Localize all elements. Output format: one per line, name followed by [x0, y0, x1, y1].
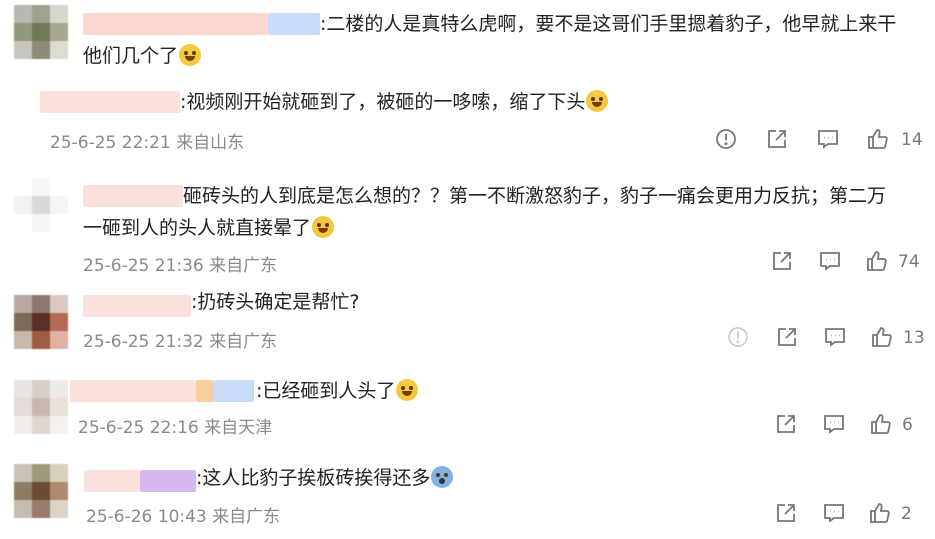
comment-text: :这人比豹子挨板砖挨得还多	[196, 464, 454, 493]
username-blurred[interactable]	[84, 470, 140, 492]
share-icon[interactable]	[775, 325, 799, 349]
comment-icon[interactable]	[822, 412, 846, 436]
share-icon[interactable]	[774, 501, 798, 525]
comment-meta: 25-6-25 21:36 来自广东	[83, 251, 277, 276]
comment-text: :视频刚开始就砸到了，被砸的一哆嗦，缩了下头	[180, 88, 609, 117]
location: 来自天津	[204, 418, 273, 438]
like-count: 2	[901, 504, 912, 524]
laughing-crying-emoji	[179, 44, 202, 66]
avatar[interactable]	[14, 380, 68, 434]
like-count: 74	[898, 252, 920, 272]
comment-icon[interactable]	[822, 501, 846, 525]
comment-text: 砸砖头的人到底是怎么想的？？第一不断激怒豹子，豹子一痛会更用力反抗；第二万	[183, 185, 887, 207]
timestamp: 25-6-25 21:32	[83, 332, 204, 352]
share-icon[interactable]	[774, 412, 798, 436]
comment-text: :扔砖头确定是帮忙?	[191, 291, 360, 313]
username-blurred[interactable]	[214, 380, 254, 402]
comment-text-line: 他们几个了	[83, 45, 179, 67]
timestamp: 25-6-25 21:36	[83, 256, 204, 276]
avatar[interactable]	[14, 178, 68, 232]
location: 来自广东	[212, 507, 281, 527]
share-icon[interactable]	[770, 249, 794, 273]
comment-meta: 25-6-25 21:32 来自广东	[83, 327, 277, 352]
username-blurred[interactable]	[140, 470, 196, 492]
laughing-crying-emoji	[312, 216, 335, 238]
location: 来自山东	[176, 133, 245, 153]
comment-text: :二楼的人是真特么虎啊，要不是这哥们手里摁着豹子，他早就上来干	[320, 13, 897, 35]
like-count: 13	[903, 328, 925, 348]
comment-text: 他们几个了	[83, 42, 202, 71]
thumbs-up-icon[interactable]	[870, 325, 894, 349]
shocked-emoji	[431, 466, 454, 488]
share-icon[interactable]	[765, 127, 789, 151]
thumbs-up-icon[interactable]	[869, 412, 893, 436]
comment-text-line: :这人比豹子挨板砖挨得还多	[196, 467, 431, 489]
comment-meta: 25-6-25 22:21 来自山东	[50, 128, 244, 153]
timestamp: 25-6-26 10:43	[86, 507, 207, 527]
laughing-crying-emoji	[586, 90, 609, 112]
comment-icon[interactable]	[818, 249, 842, 273]
exclamation-circle-icon[interactable]	[726, 325, 750, 349]
username-blurred[interactable]	[70, 380, 196, 402]
username-blurred[interactable]	[196, 380, 214, 402]
thumbs-up-icon[interactable]	[866, 127, 890, 151]
comment-text-line: :视频刚开始就砸到了，被砸的一哆嗦，缩了下头	[180, 91, 586, 113]
avatar[interactable]	[14, 464, 68, 518]
avatar[interactable]	[14, 5, 68, 59]
like-count: 14	[901, 130, 923, 150]
username-blurred[interactable]	[83, 185, 183, 207]
comment-icon[interactable]	[816, 127, 840, 151]
comment-meta: 25-6-26 10:43 来自广东	[86, 502, 280, 527]
username-blurred[interactable]	[83, 295, 191, 317]
username-blurred[interactable]	[83, 13, 268, 35]
timestamp: 25-6-25 22:21	[50, 133, 171, 153]
location: 来自广东	[209, 256, 278, 276]
username-blurred[interactable]	[40, 91, 180, 113]
thinking-emoji	[396, 379, 419, 401]
comment-meta: 25-6-25 22:16 来自天津	[78, 413, 272, 438]
comment-text-line: :已经砸到人头了	[256, 380, 396, 402]
avatar[interactable]	[14, 295, 68, 349]
timestamp: 25-6-25 22:16	[78, 418, 199, 438]
thumbs-up-icon[interactable]	[865, 249, 889, 273]
location: 来自广东	[209, 332, 278, 352]
exclamation-circle-icon[interactable]	[714, 127, 738, 151]
like-count: 6	[902, 415, 913, 435]
comment-icon[interactable]	[823, 325, 847, 349]
comment-text: 一砸到人的头人就直接晕了	[83, 214, 335, 243]
comment-text-line: 一砸到人的头人就直接晕了	[83, 217, 312, 239]
comment-text: :已经砸到人头了	[256, 377, 419, 406]
thumbs-up-icon[interactable]	[868, 501, 892, 525]
username-blurred[interactable]	[268, 13, 320, 35]
